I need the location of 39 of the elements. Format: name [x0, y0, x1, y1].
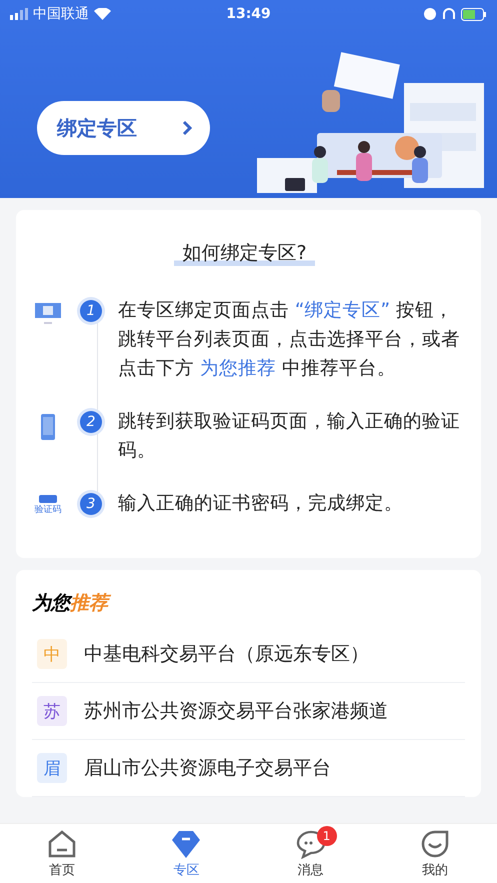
platform-item[interactable]: 眉 眉山市公共资源电子交易平台 [32, 740, 465, 797]
platform-name: 苏州市公共资源交易平台张家港频道 [84, 699, 388, 724]
icon-label: 验证码 [34, 504, 62, 516]
headphones-icon [442, 7, 456, 21]
signal-icon [10, 8, 28, 20]
step-text: 跳转到获取验证码页面，输入正确的验证码。 [118, 410, 461, 463]
card-icon [39, 495, 57, 503]
platform-item[interactable]: 中 中基电科交易平台（原远东专区） [32, 626, 465, 683]
phone-icon [40, 413, 56, 441]
alarm-icon [423, 7, 438, 21]
monitor-icon [34, 302, 62, 326]
tab-item[interactable]: 首页 [0, 824, 124, 883]
guide-title: 如何绑定专区? [174, 240, 315, 266]
recommend-title: 为您推荐 [32, 590, 465, 616]
smile-icon [420, 828, 450, 858]
diamond-icon [171, 828, 202, 858]
carrier-name: 中国联通 [33, 5, 89, 23]
battery-icon [461, 8, 488, 20]
platform-name: 眉山市公共资源电子交易平台 [84, 756, 331, 781]
chat-icon [296, 828, 326, 858]
clock-time: 13:49 [226, 6, 271, 22]
step-text: 在专区绑定页面点击 “绑定专区” 按钮，跳转平台列表页面，点击选择平台，或者点击下方 为您推荐 中推荐平台。 [118, 299, 461, 381]
tab-item[interactable]: 我的 [372, 824, 497, 883]
step-number: 2 [80, 411, 102, 433]
platform-item[interactable]: 苏 苏州市公共资源交易平台张家港频道 [32, 683, 465, 740]
tab-item[interactable]: 消息 1 [248, 824, 373, 883]
bind-zone-button[interactable]: 绑定专区 [37, 101, 210, 155]
platform-badge: 中 [37, 639, 67, 669]
step-number: 3 [80, 493, 102, 515]
unread-badge: 1 [316, 826, 337, 846]
platform-name: 中基电科交易平台（原远东专区） [84, 642, 369, 667]
wifi-icon [94, 8, 111, 20]
platform-badge: 眉 [37, 753, 67, 783]
step-text: 输入正确的证书密码，完成绑定。 [118, 492, 404, 516]
chevron-right-icon [182, 120, 192, 136]
home-icon [47, 828, 78, 858]
platform-badge: 苏 [37, 696, 67, 726]
step-number: 1 [80, 300, 102, 322]
tab-item[interactable]: 专区 [124, 824, 248, 883]
